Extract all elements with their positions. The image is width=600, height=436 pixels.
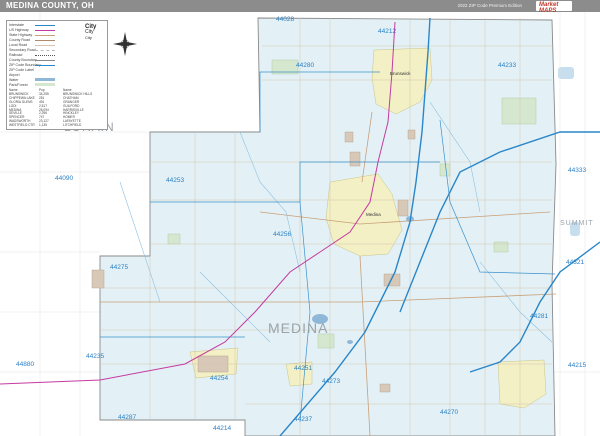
zip-label: 44090 [55,175,74,182]
zip-label: 44281 [530,313,549,320]
city-label-medina: Medina [366,212,381,217]
zip-label: 44237 [294,416,313,423]
legend-item: County Boundary [9,58,37,62]
zip-label: 44254 [210,375,229,382]
zip-label: 44333 [568,167,587,174]
neighbor-label-summit: SUMMIT [560,220,594,227]
zip-label: 44275 [110,264,129,271]
legend-item: Water [9,78,19,82]
legend-item: ZIP Code Label [9,68,34,72]
zip-label: 44235 [86,353,105,360]
legend-item: US Highway [9,28,29,32]
city-symbol: City [85,35,92,40]
legend-item: Local Road [9,43,28,47]
zip-label: 44251 [294,365,313,372]
legend-item: Airport [9,73,20,77]
zip-label: 44280 [296,62,315,69]
zip-label: 44880 [16,361,35,368]
zip-label: 44253 [166,177,185,184]
legend-item: State Highway [9,33,33,37]
legend-item: Railroad [9,53,23,57]
zip-label: 44273 [322,378,341,385]
legend-item: Interstate [9,23,24,27]
legend-item: Secondary Road [9,48,36,52]
legend-item: County Road [9,38,30,42]
county-label-medina: MEDINA [268,320,329,336]
title-bar: MEDINA COUNTY, OH 2022 ZIP Code Premium … [0,0,600,14]
zip-label: 44256 [273,231,292,238]
zip-label: 44028 [276,16,295,23]
brand-logo: Market MAPS [536,1,572,14]
map-title: MEDINA COUNTY, OH [6,1,94,10]
city-label-brunswick: Brunswick [390,71,411,76]
zip-label: 44212 [378,28,397,35]
legend-item: Park/Forest [9,83,28,87]
zip-label: 44270 [440,409,459,416]
map-legend: Interstate US Highway State Highway Coun… [6,20,108,130]
zip-label: 44233 [498,62,517,69]
map-page: { "header": { "title": "MEDINA COUNTY, O… [0,0,600,436]
legend-population-names: Name BRUNSWICK CHIPPEWA LAKE GLORIA GLEN… [9,88,35,128]
zip-label: 44214 [213,425,232,432]
zip-label: 44321 [566,259,585,266]
zip-label: 44215 [568,362,587,369]
legend-population-values: Pop 34,255 251 491 2,517 26,094 2,296 74… [39,88,49,128]
legend-city-symbols: City City City [85,24,96,40]
legend-township-names: Name BRUNSWICK HILLS CHATHAM GRANGER GUI… [63,88,93,128]
zip-label: 44287 [118,414,137,421]
edition-label: 2022 ZIP Code Premium Edition [457,3,522,8]
